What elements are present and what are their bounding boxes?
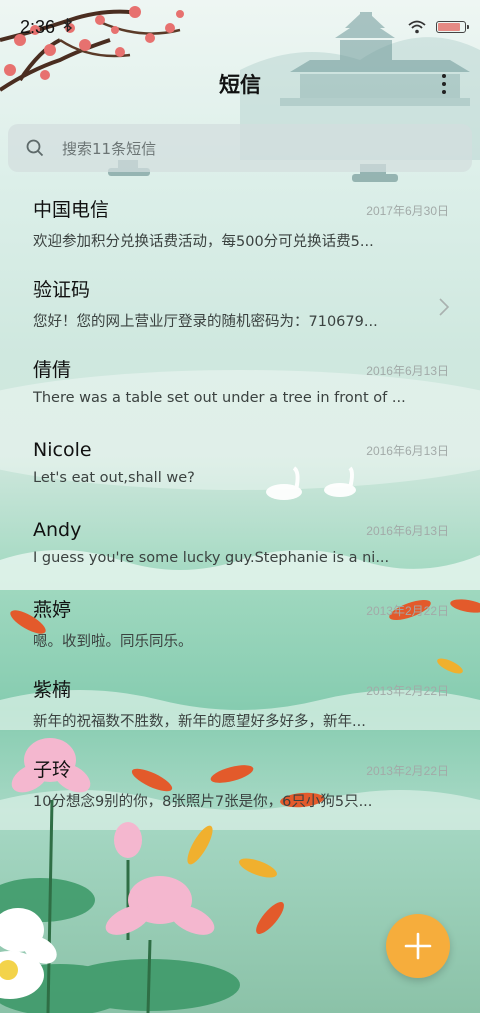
search-placeholder: 搜索11条短信: [62, 139, 157, 158]
conversation-item[interactable]: Andy 2016年6月13日 I guess you're some luck…: [0, 508, 480, 588]
message-preview: I guess you're some lucky guy.Stephanie …: [33, 550, 390, 566]
message-preview: 10分想念9别的你，8张照片7张是你，6只小狗5只...: [33, 794, 373, 810]
conversation-item[interactable]: 验证码 您好！您的网上营业厅登录的随机密码为：710679...: [0, 268, 480, 348]
message-preview: Let's eat out,shall we?: [33, 470, 195, 486]
status-time: 2:36: [20, 16, 56, 37]
conversation-item[interactable]: 紫楠 2013年2月22日 新年的祝福数不胜数，新年的愿望好多好多，新年...: [0, 668, 480, 748]
message-preview: 新年的祝福数不胜数，新年的愿望好多好多，新年...: [33, 714, 366, 730]
search-icon: [26, 139, 44, 157]
message-preview: 嗯。收到啦。同乐同乐。: [33, 634, 193, 650]
battery-icon: [436, 21, 469, 33]
wifi-icon: [408, 20, 426, 34]
message-date: 2013年2月22日: [366, 684, 449, 698]
message-date: 2016年6月13日: [366, 444, 449, 458]
message-preview: There was a table set out under a tree i…: [33, 390, 406, 406]
conversation-item[interactable]: 中国电信 2017年6月30日 欢迎参加积分兑换话费活动，每500分可兑换话费5…: [0, 188, 480, 268]
status-icons: [408, 20, 469, 34]
conversation-item[interactable]: 燕婷 2013年2月22日 嗯。收到啦。同乐同乐。: [0, 588, 480, 668]
new-message-button[interactable]: [386, 914, 450, 978]
message-preview: 您好！您的网上营业厅登录的随机密码为：710679...: [33, 314, 378, 330]
message-date: 2016年6月13日: [366, 364, 449, 378]
chevron-right-icon: [438, 296, 450, 318]
message-preview: 欢迎参加积分兑换话费活动，每500分可兑换话费5...: [33, 234, 374, 250]
app-header: 短信: [0, 60, 480, 108]
bluetooth-icon: [63, 17, 73, 36]
message-date: 2017年6月30日: [366, 204, 449, 218]
status-bar: 2:36: [0, 0, 480, 54]
conversation-item[interactable]: 子玲 2013年2月22日 10分想念9别的你，8张照片7张是你，6只小狗5只.…: [0, 748, 480, 828]
conversation-item[interactable]: 倩倩 2016年6月13日 There was a table set out …: [0, 348, 480, 428]
more-vertical-icon[interactable]: [432, 70, 456, 98]
message-date: 2013年2月22日: [366, 764, 449, 778]
message-date: 2013年2月22日: [366, 604, 449, 618]
contact-name: 验证码: [33, 279, 91, 301]
plus-icon: [404, 932, 432, 960]
message-date: 2016年6月13日: [366, 524, 449, 538]
search-input[interactable]: 搜索11条短信: [8, 124, 472, 172]
conversation-item[interactable]: Nicole 2016年6月13日 Let's eat out,shall we…: [0, 428, 480, 508]
page-title: 短信: [219, 73, 261, 97]
conversation-list: 中国电信 2017年6月30日 欢迎参加积分兑换话费活动，每500分可兑换话费5…: [0, 188, 480, 828]
